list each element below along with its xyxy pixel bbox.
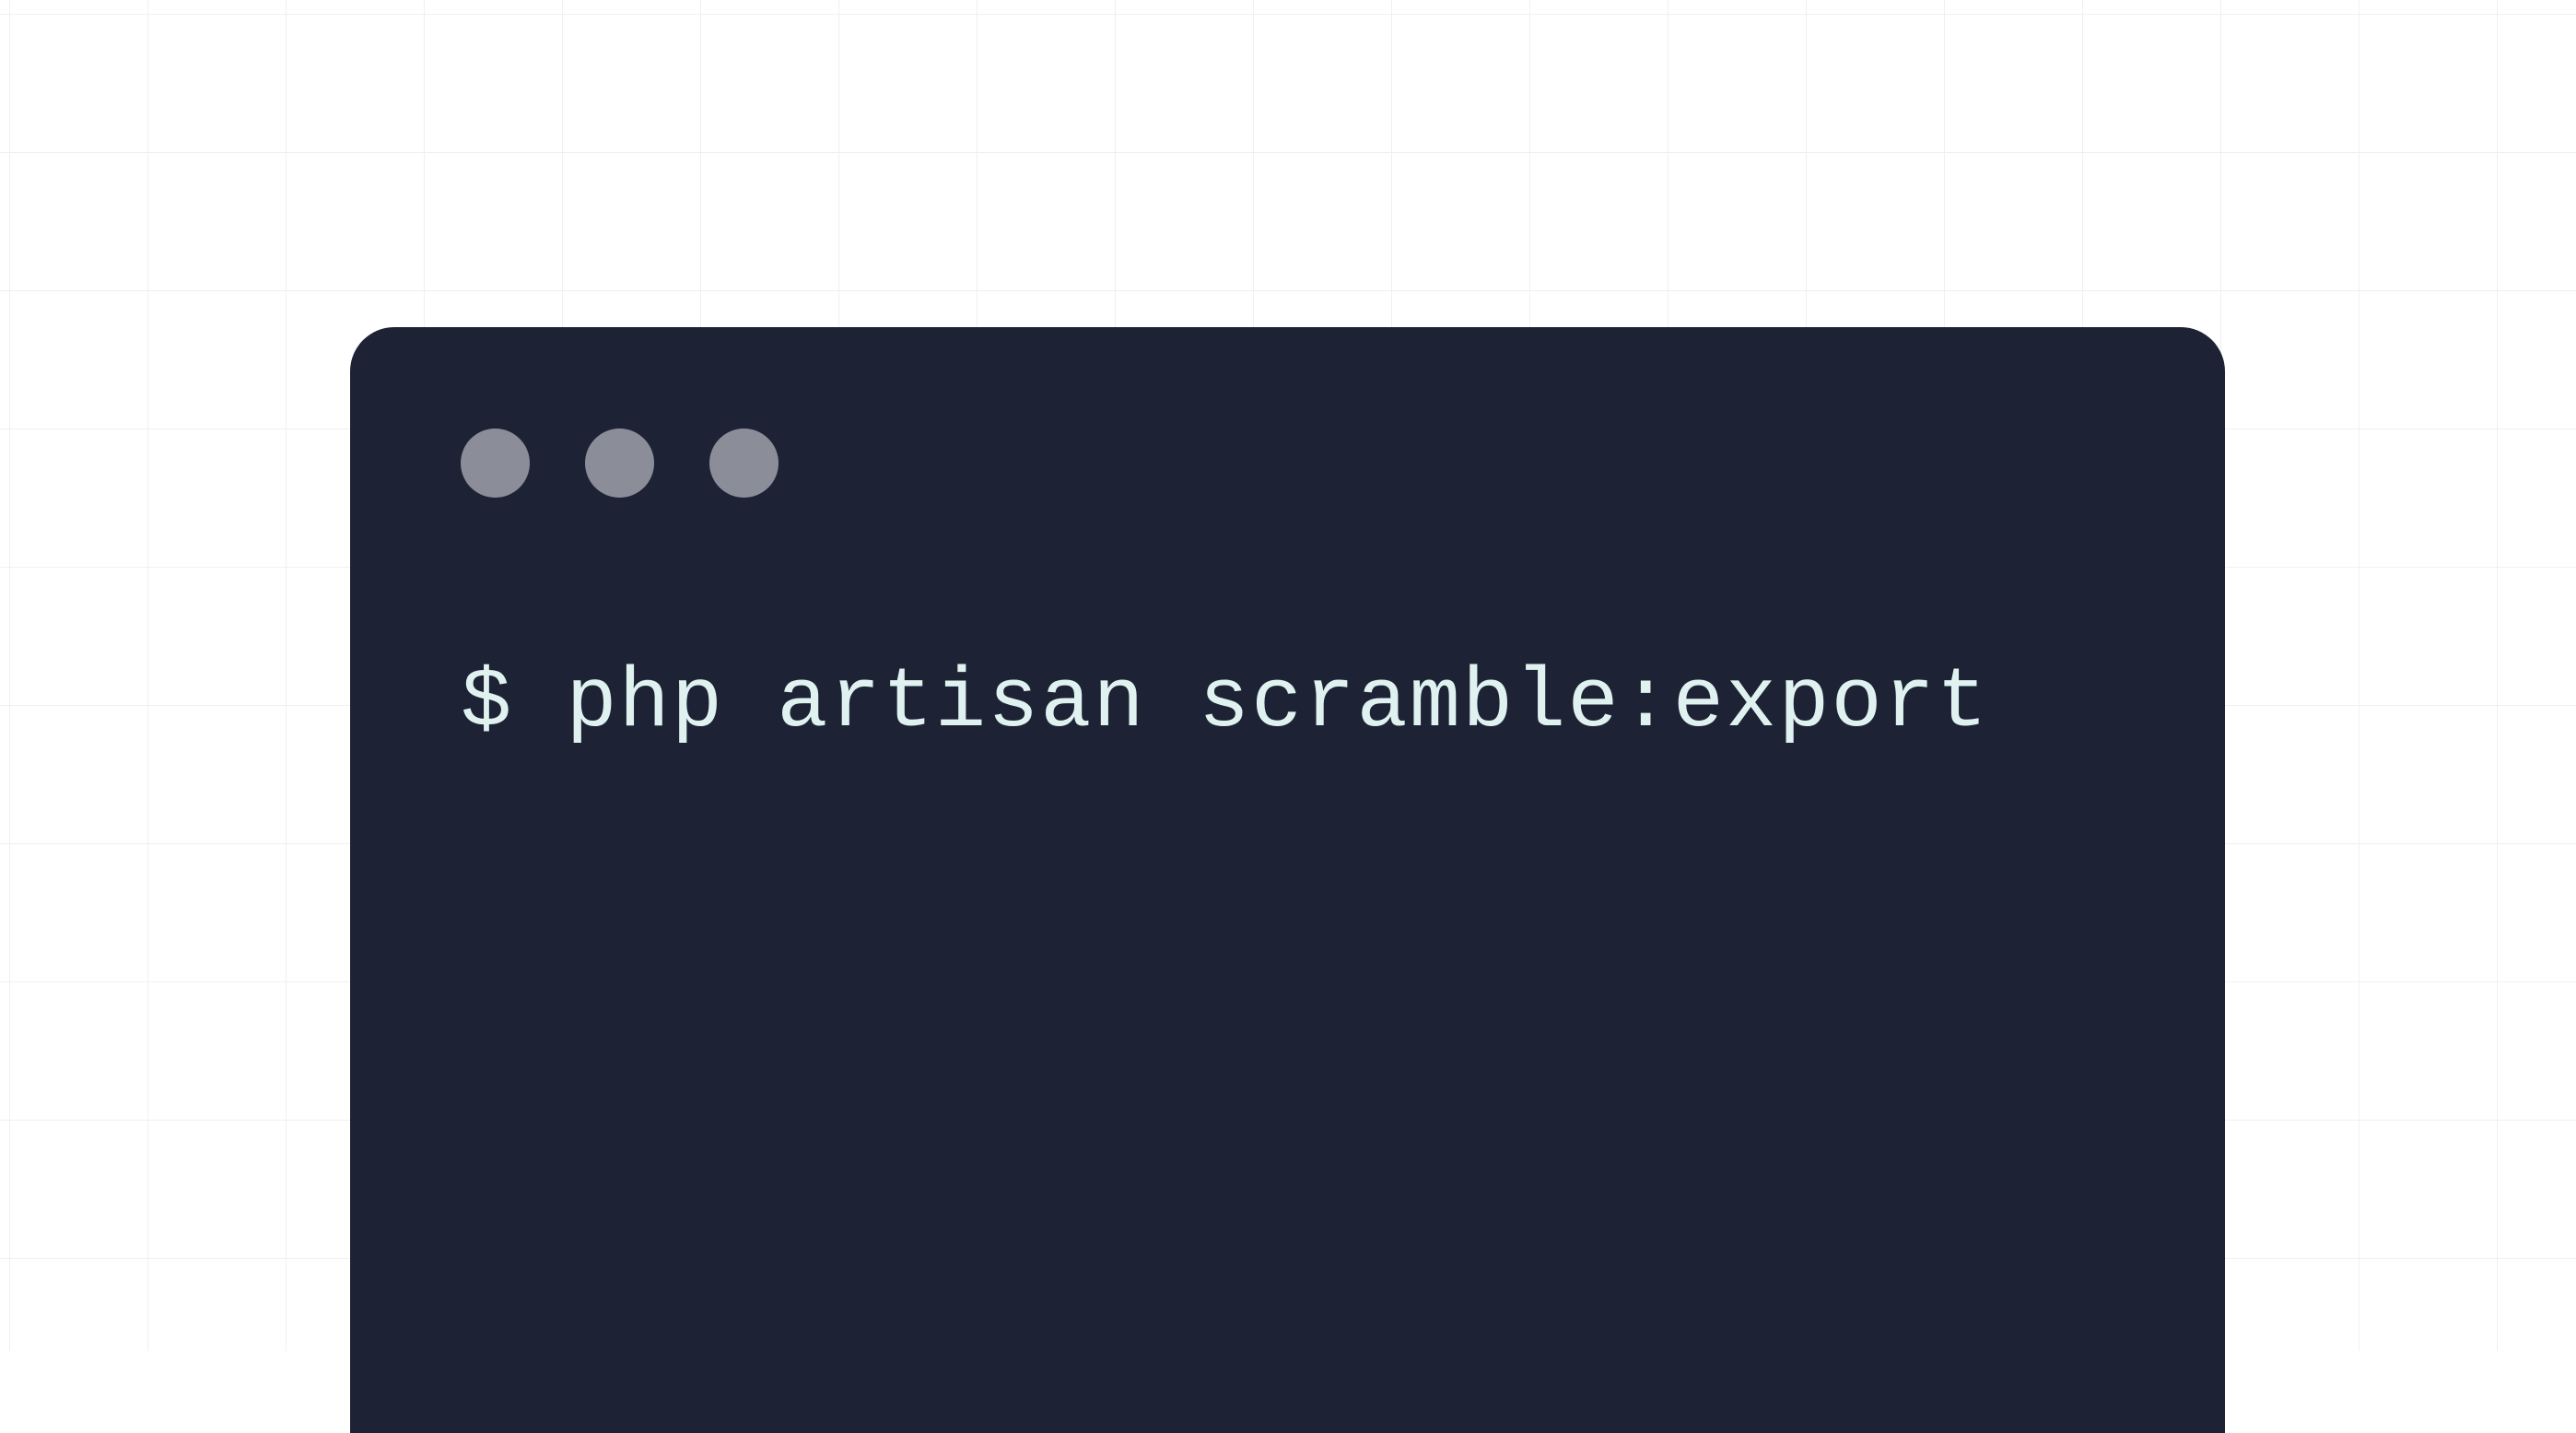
terminal-window: $ php artisan scramble:export [350,327,2225,1433]
terminal-command: php artisan scramble:export [566,654,1989,751]
window-controls [461,429,2114,498]
close-button-icon[interactable] [461,429,530,498]
terminal-prompt: $ [461,654,566,751]
minimize-button-icon[interactable] [585,429,654,498]
terminal-content: $ php artisan scramble:export [461,654,2114,751]
maximize-button-icon[interactable] [709,429,779,498]
